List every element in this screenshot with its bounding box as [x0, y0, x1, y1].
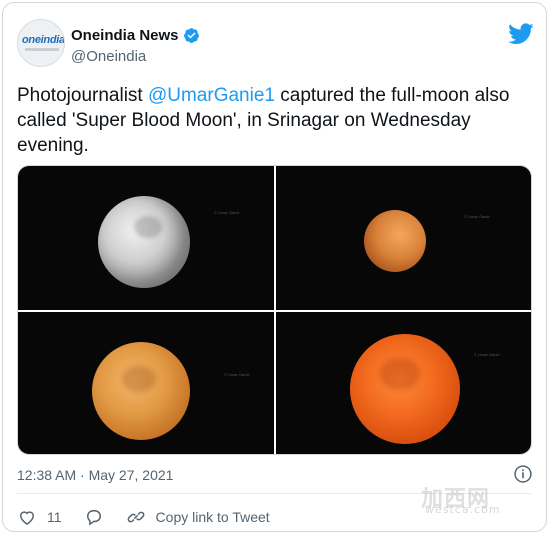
- like-count: 11: [47, 509, 62, 525]
- info-icon[interactable]: [513, 464, 533, 484]
- heart-icon: [19, 511, 35, 525]
- link-icon: [127, 511, 144, 523]
- like-button[interactable]: 11: [17, 507, 62, 527]
- author-name-row[interactable]: Oneindia News: [71, 27, 200, 44]
- blood-moon-mare: [380, 358, 420, 390]
- watermark-url: westca.com: [425, 503, 501, 516]
- reply-button[interactable]: [84, 507, 104, 527]
- author-name[interactable]: Oneindia News: [71, 27, 179, 44]
- action-bar: 11 Copy link to Tweet: [17, 505, 292, 529]
- reply-icon: [86, 510, 101, 526]
- photo-moon-red[interactable]: © Umar Ganie: [276, 312, 531, 454]
- photo-credit: © Umar Ganie: [224, 372, 250, 377]
- photo-credit: © Umar Ganie: [214, 210, 240, 215]
- white-moon: [98, 196, 190, 288]
- photo-credit: © Umar Ganie: [474, 352, 500, 357]
- copy-link-label: Copy link to Tweet: [155, 509, 270, 525]
- photo-grid[interactable]: © Umar Ganie © Umar Ganie © Umar Ganie ©…: [17, 165, 532, 455]
- tweet-card: oneindia Oneindia News @Oneindia Photojo…: [2, 2, 547, 532]
- photo-moon-white[interactable]: © Umar Ganie: [18, 166, 274, 310]
- avatar-logo: oneindia: [22, 34, 65, 46]
- partial-eclipse-moon: [364, 210, 426, 272]
- tweet-text: Photojournalist @UmarGanie1 captured the…: [17, 83, 537, 158]
- twitter-bird-icon[interactable]: [508, 23, 534, 45]
- photo-credit: © Umar Ganie: [464, 214, 490, 219]
- photo-moon-partial[interactable]: © Umar Ganie: [276, 166, 531, 310]
- avatar-logo-tagline: [25, 48, 59, 51]
- tweet-text-start: Photojournalist: [17, 85, 148, 106]
- author-handle[interactable]: @Oneindia: [71, 48, 146, 65]
- verified-badge-icon: [183, 28, 199, 43]
- mention-link[interactable]: @UmarGanie1: [148, 85, 275, 106]
- amber-moon-mare: [122, 366, 156, 392]
- timestamp[interactable]: 12:38 AM · May 27, 2021: [17, 467, 173, 483]
- avatar[interactable]: oneindia: [17, 19, 65, 67]
- photo-moon-amber[interactable]: © Umar Ganie: [18, 312, 274, 454]
- copy-link-button[interactable]: Copy link to Tweet: [126, 507, 270, 527]
- white-moon-mare: [134, 216, 162, 238]
